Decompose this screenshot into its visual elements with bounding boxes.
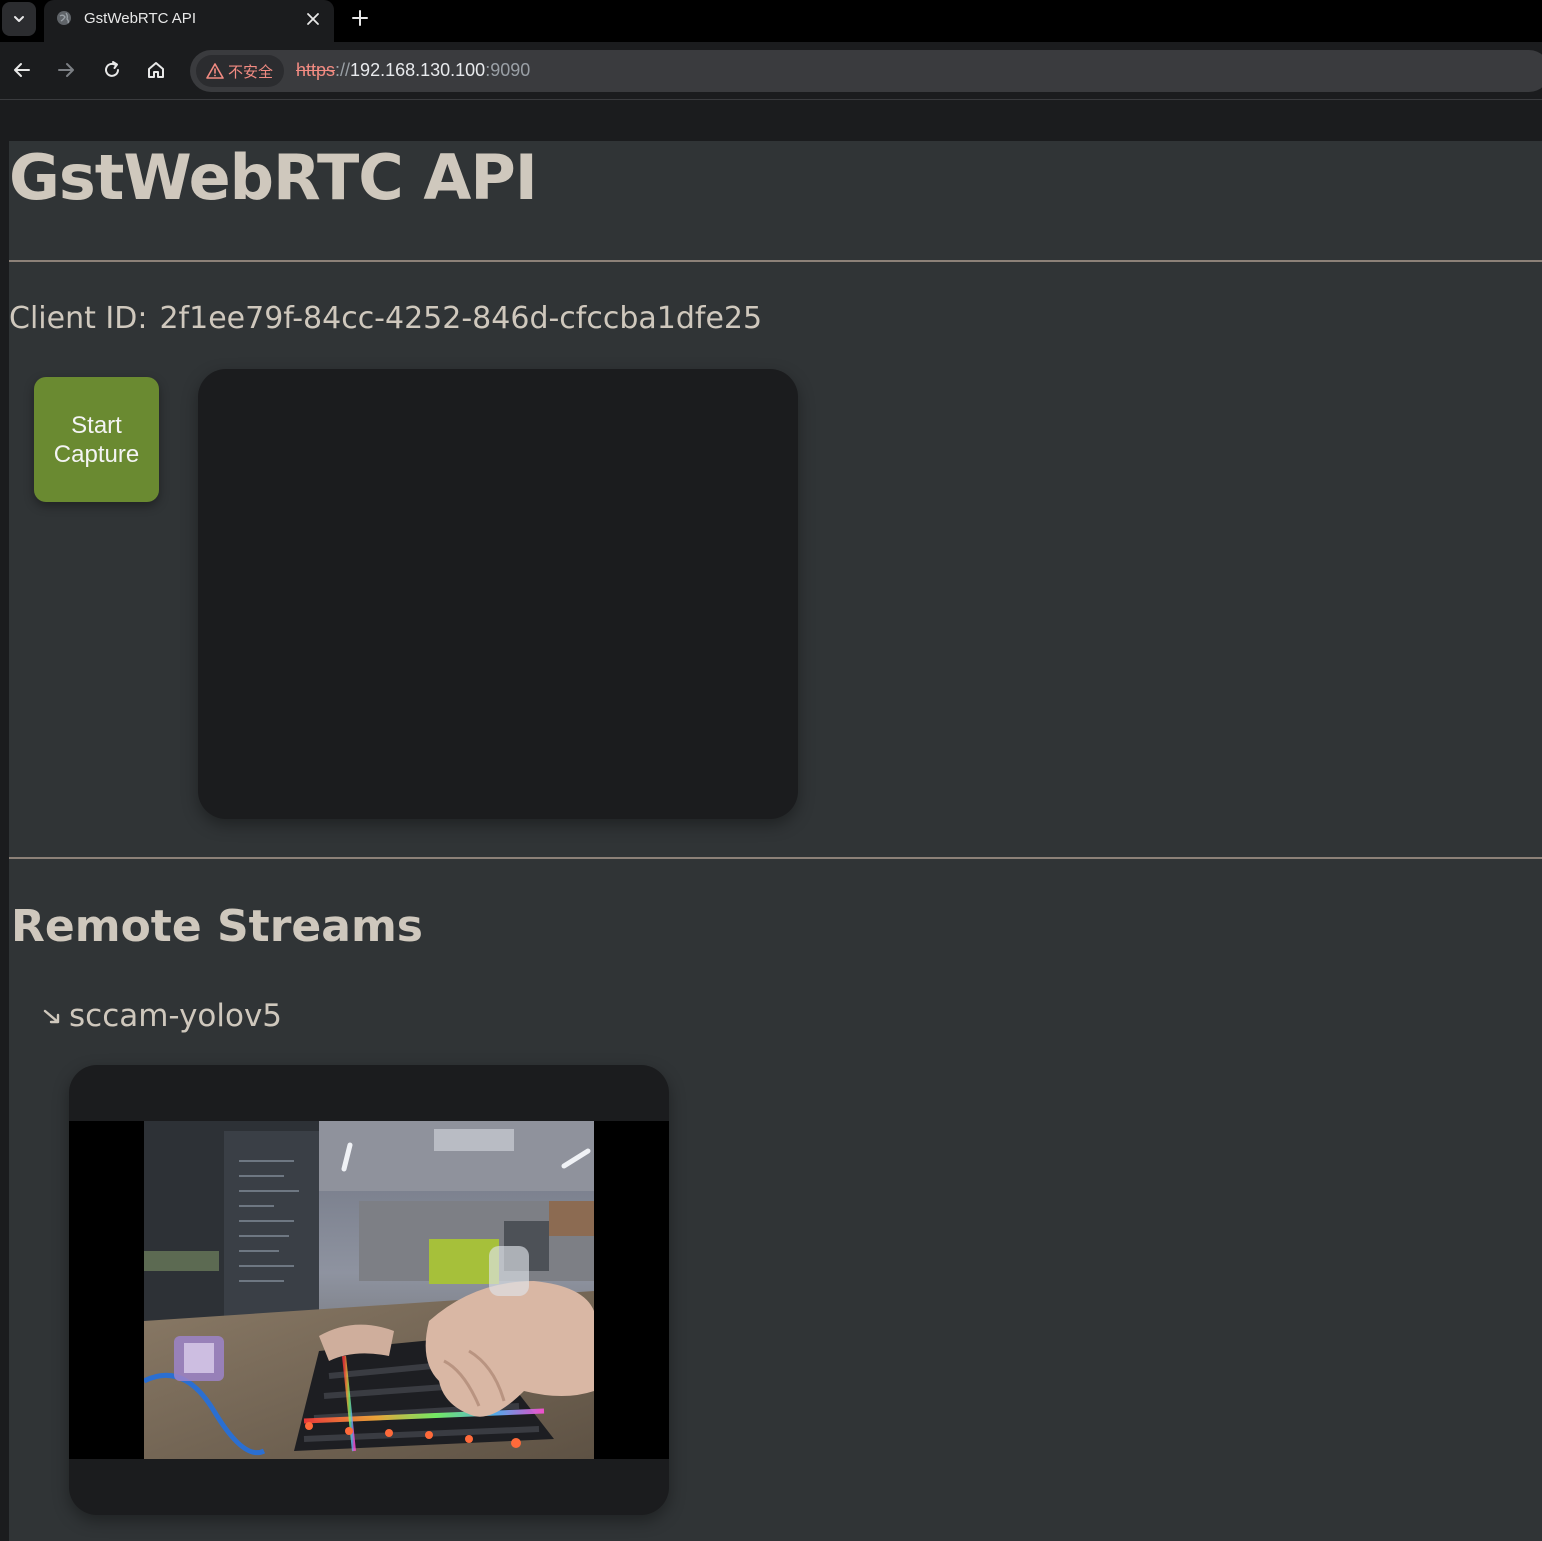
client-id-value: 2f1ee79f-84cc-4252-846d-cfccba1dfe25: [159, 301, 763, 336]
reload-icon[interactable]: [100, 58, 124, 82]
arrow-left-icon[interactable]: [10, 58, 34, 82]
remote-video-player[interactable]: [69, 1065, 669, 1515]
url-port: :9090: [485, 60, 531, 80]
local-video-preview: [198, 369, 798, 819]
remote-streams-title: Remote Streams: [11, 901, 423, 952]
camera-feed-image: [144, 1121, 594, 1459]
browser-toolbar: 不安全 https://192.168.130.100:9090: [0, 42, 1542, 100]
active-tab[interactable]: GstWebRTC API: [44, 0, 334, 42]
chevron-down-icon: [14, 16, 24, 22]
security-label: 不安全: [228, 62, 274, 81]
stream-name: sccam-yolov5: [69, 998, 283, 1034]
divider: [9, 260, 1542, 262]
url-host: 192.168.130.100: [350, 60, 486, 80]
url-scheme: https: [296, 60, 336, 80]
page-title: GstWebRTC API: [9, 141, 538, 214]
start-capture-button[interactable]: Start Capture: [34, 377, 159, 502]
page-content: GstWebRTC API Client ID: 2f1ee79f-84cc-42…: [9, 141, 1542, 1541]
address-bar[interactable]: 不安全 https://192.168.130.100:9090: [190, 50, 1542, 92]
tab-search-button[interactable]: [2, 2, 36, 36]
video-letterbox: [69, 1121, 669, 1459]
tab-strip: GstWebRTC API: [0, 0, 1542, 42]
plus-icon[interactable]: [348, 6, 372, 30]
security-indicator[interactable]: 不安全: [196, 55, 284, 87]
client-id-row: Client ID: 2f1ee79f-84cc-4252-846d-cfccba…: [9, 301, 762, 336]
warning-triangle-icon: [206, 63, 224, 79]
arrow-right-icon[interactable]: [54, 58, 78, 82]
url-separator: ://: [335, 60, 351, 80]
home-icon[interactable]: [144, 58, 168, 82]
globe-icon: [57, 11, 71, 25]
client-id-label: Client ID:: [9, 301, 148, 336]
divider: [9, 857, 1542, 859]
tab-title: GstWebRTC API: [84, 10, 196, 27]
arrow-down-right-icon: [43, 1009, 60, 1024]
stream-item[interactable]: sccam-yolov5: [41, 996, 282, 1036]
close-icon[interactable]: [304, 10, 322, 28]
page-viewport: GstWebRTC API Client ID: 2f1ee79f-84cc-42…: [0, 101, 1542, 1541]
url-text[interactable]: https://192.168.130.100:9090: [296, 60, 530, 81]
